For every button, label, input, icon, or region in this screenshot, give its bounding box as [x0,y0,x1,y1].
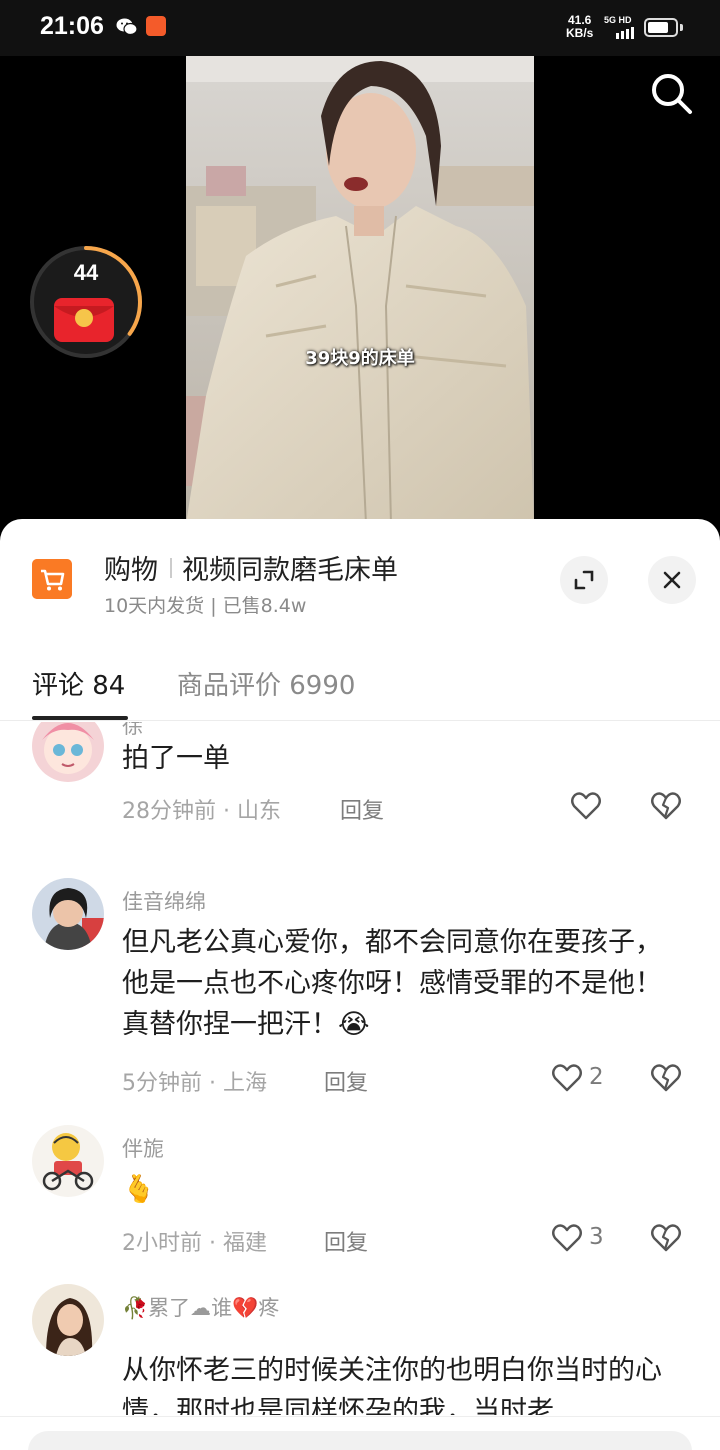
broken-heart-icon[interactable] [650,1062,682,1094]
broken-heart-icon[interactable] [650,1222,682,1254]
product-subtitle: 10天内发货 | 已售8.4w [104,595,307,617]
network-type: 5G HD [604,15,632,25]
comment-input-bar [0,1416,720,1450]
close-button[interactable] [648,556,696,604]
comment-text: 但凡老公真心爱你，都不会同意你在要孩子，他是一点也不心疼你呀！感情受罪的不是他！… [122,927,662,1040]
video-frame[interactable] [186,56,534,524]
broken-heart-icon[interactable] [650,790,682,822]
signal-icon [616,27,634,39]
tab-comments[interactable]: 评论 84 [32,665,125,702]
red-packet-count: 44 [73,260,99,285]
heart-icon [552,1224,582,1252]
app-notification-icon [146,16,166,36]
wechat-icon [116,18,138,36]
like-button[interactable] [570,790,602,824]
close-icon [663,571,681,589]
comment-text: 从你怀老三的时候关注你的也明白你当时的心情，那时也是同样怀孕的我，当时老 [122,1355,662,1415]
network-speed: 41.6 KB/s [566,13,594,40]
status-time: 21:06 [40,12,104,40]
product-title-line[interactable]: 购物 视频同款磨毛床单 [104,548,398,587]
battery-icon [644,18,678,37]
comment-text: 🫰 [122,1174,156,1205]
like-button[interactable]: 3 [551,1222,604,1256]
comment-text: 拍了一单 [122,743,230,774]
comment-list[interactable]: 徐 拍了一单 28分钟前 · 山东 回复 佳音绵绵 但凡老公真心爱你，都不会同意… [0,722,720,1415]
comment-input[interactable] [28,1431,692,1450]
status-bar: 21:06 41.6 KB/s 5G HD [0,0,720,56]
like-button[interactable]: 2 [551,1062,604,1096]
like-count: 3 [589,1224,604,1250]
expand-icon [574,570,594,590]
search-icon[interactable] [646,68,698,120]
comment-author[interactable]: 伴旎 [122,1133,164,1163]
heart-icon [571,792,601,820]
video-player[interactable]: 39块9的床单 44 [0,56,720,536]
reply-button[interactable]: 回复 [324,1225,368,1257]
product-title: 视频同款磨毛床单 [182,555,398,586]
comment-author[interactable]: 🥀累了☁谁💔疼 [122,1292,279,1322]
comment-time-location: 28分钟前 · 山东 [122,799,281,824]
tab-product-reviews[interactable]: 商品评价 6990 [177,665,355,702]
battery-level [648,22,668,33]
battery-tip [680,24,683,31]
avatar[interactable] [32,1284,104,1356]
tab-bar: 评论 84 商品评价 6990 [0,659,720,721]
avatar[interactable] [32,878,104,950]
comment-author[interactable]: 佳音绵绵 [122,886,206,916]
avatar[interactable] [32,1125,104,1197]
red-packet-widget[interactable]: 44 [30,244,146,360]
comment-time-location: 5分钟前 · 上海 [122,1071,267,1096]
title-divider [170,558,172,578]
like-count: 2 [589,1064,604,1090]
active-tab-indicator [32,716,128,720]
product-comment-sheet: 购物 视频同款磨毛床单 10天内发货 | 已售8.4w 评论 84 商品评价 69… [0,519,720,1450]
heart-icon [552,1064,582,1092]
video-caption: 39块9的床单 [305,348,415,369]
reply-button[interactable]: 回复 [324,1065,368,1097]
reply-button[interactable]: 回复 [340,793,384,825]
expand-button[interactable] [560,556,608,604]
comment-time-location: 2小时前 · 福建 [122,1231,267,1256]
product-category: 购物 [104,555,158,586]
shopping-cart-icon [32,559,72,599]
avatar[interactable] [32,722,104,782]
